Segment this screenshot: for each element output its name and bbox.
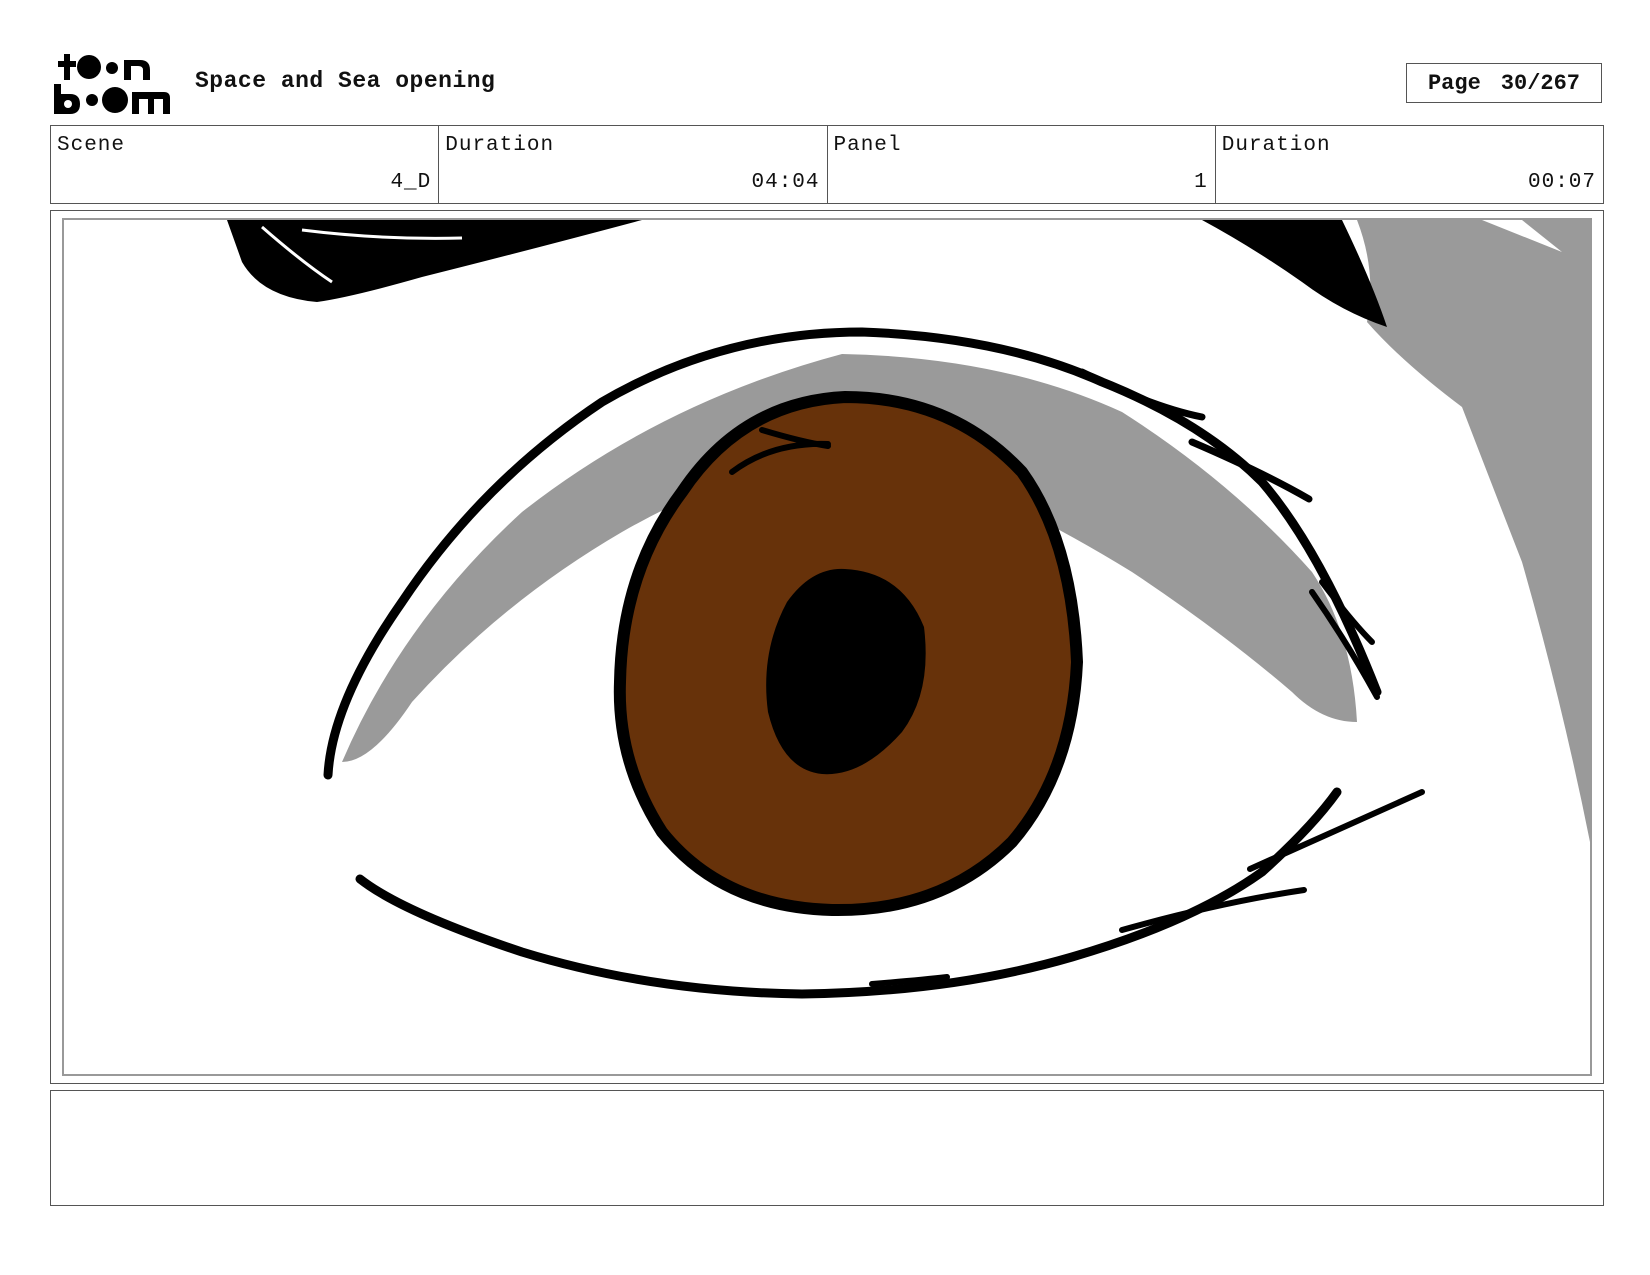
project-title: Space and Sea opening: [195, 68, 496, 94]
scene-cell: Scene 4_D: [51, 126, 440, 203]
scene-duration-value: 04:04: [751, 171, 820, 194]
panel-image: [62, 218, 1592, 1076]
panel-duration-value: 00:07: [1527, 171, 1596, 194]
panel-cell: Panel 1: [828, 126, 1216, 203]
panel-duration-label: Duration: [1221, 134, 1331, 157]
page-indicator: Page 30/267: [1406, 63, 1602, 103]
page-label: Page: [1427, 70, 1481, 96]
panel-value: 1: [1194, 171, 1208, 194]
scene-duration-cell: Duration 04:04: [439, 126, 828, 203]
toonboom-logo: [52, 52, 172, 116]
panel-info-table: Scene 4_D Duration 04:04 Panel 1 Duratio…: [50, 125, 1604, 204]
eye-drawing: [227, 220, 1590, 999]
page-number: 30/267: [1500, 70, 1581, 96]
panel-label: Panel: [833, 134, 902, 157]
panel-duration-cell: Duration 00:07: [1216, 126, 1603, 203]
scene-label: Scene: [57, 134, 126, 157]
panel-notes-box[interactable]: [50, 1090, 1604, 1206]
scene-value: 4_D: [390, 171, 432, 194]
scene-duration-label: Duration: [445, 134, 555, 157]
